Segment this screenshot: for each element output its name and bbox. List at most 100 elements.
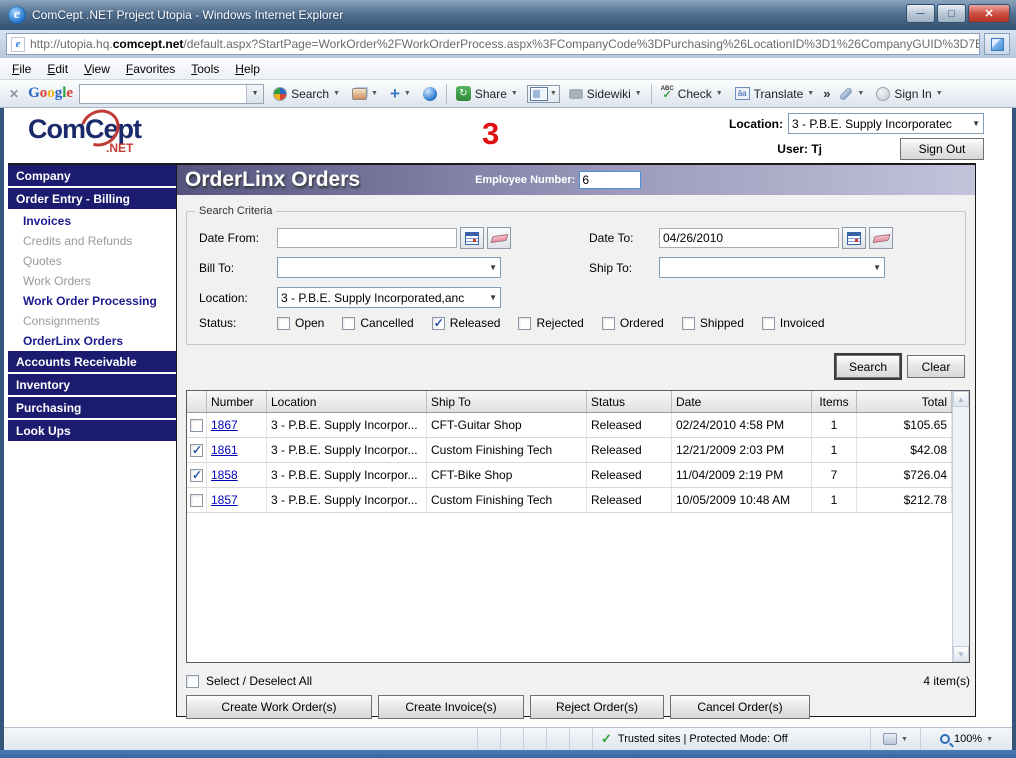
sidebar-item-company[interactable]: Company: [8, 165, 176, 186]
sidebar-item-accounts-receivable[interactable]: Accounts Receivable: [8, 351, 176, 372]
sign-out-button[interactable]: Sign Out: [900, 138, 984, 160]
date-from-input[interactable]: [277, 228, 457, 248]
chevron-down-icon: ▼: [901, 736, 908, 743]
sidewiki-button[interactable]: Sidewiki▼: [566, 85, 645, 103]
google-earth-button[interactable]: [420, 85, 440, 103]
clear-button[interactable]: Clear: [907, 355, 965, 378]
date-to-label: Date To:: [589, 231, 659, 245]
row-checkbox[interactable]: [190, 494, 203, 507]
sidebar-item-look-ups[interactable]: Look Ups: [8, 420, 176, 441]
status-rejected-checkbox[interactable]: [518, 317, 531, 330]
cell-date: 10/05/2009 10:48 AM: [672, 488, 812, 512]
status-cancelled-checkbox[interactable]: [342, 317, 355, 330]
status-released-checkbox[interactable]: [432, 317, 445, 330]
refresh-button[interactable]: [984, 33, 1010, 55]
google-search-button[interactable]: Search▼: [270, 85, 343, 103]
browser-window-icon: [530, 87, 548, 101]
ship-to-label: Ship To:: [589, 261, 659, 275]
sidebar-item-orderlinx-orders[interactable]: OrderLinx Orders: [8, 331, 176, 351]
zoom-control[interactable]: 100% ▼: [920, 728, 1012, 750]
col-ship-to[interactable]: Ship To: [427, 391, 587, 412]
cancel-order-button[interactable]: Cancel Order(s): [670, 695, 810, 719]
address-bar: e http://utopia.hq.comcept.net/default.a…: [0, 30, 1016, 58]
create-invoice-button[interactable]: Create Invoice(s): [378, 695, 524, 719]
google-toolbar: ✕ Google ▼ Search▼ ▼ +▼ ↻Share▼ ▼ Sidewi…: [0, 80, 1016, 108]
criteria-location-select[interactable]: 3 - P.B.E. Supply Incorporated,anc▼: [277, 287, 501, 308]
employee-number-input[interactable]: [579, 171, 641, 189]
status-invoiced-checkbox[interactable]: [762, 317, 775, 330]
date-to-calendar-button[interactable]: [842, 227, 866, 249]
sidebar-item-work-order-processing[interactable]: Work Order Processing: [8, 291, 176, 311]
search-history-dropdown-icon[interactable]: ▼: [246, 85, 263, 103]
menu-favorites[interactable]: Favorites: [118, 60, 183, 78]
col-total[interactable]: Total: [857, 391, 952, 412]
sidebar-item-consignments[interactable]: Consignments: [8, 311, 176, 331]
order-number-link[interactable]: 1867: [211, 418, 238, 432]
row-checkbox[interactable]: [190, 469, 203, 482]
menu-file[interactable]: File: [4, 60, 39, 78]
order-number-link[interactable]: 1861: [211, 443, 238, 457]
status-ordered-label: Ordered: [620, 316, 664, 330]
window-frame-bottom: [0, 750, 1016, 758]
abc-check-icon: ABC✓: [661, 86, 674, 101]
toolbar-settings-button[interactable]: ▼: [836, 88, 867, 99]
window-layout-button[interactable]: ▼: [527, 85, 560, 103]
spellcheck-button[interactable]: ABC✓Check▼: [658, 84, 726, 103]
google-search-input[interactable]: ▼: [79, 84, 264, 104]
status-shipped-checkbox[interactable]: [682, 317, 695, 330]
date-to-input[interactable]: 04/26/2010: [659, 228, 839, 248]
sidebar-item-quotes[interactable]: Quotes: [8, 251, 176, 271]
toolbar-close-icon[interactable]: ✕: [6, 87, 22, 101]
order-number-link[interactable]: 1857: [211, 493, 238, 507]
close-button[interactable]: ✕: [968, 4, 1010, 23]
date-to-clear-button[interactable]: [869, 227, 893, 249]
scroll-up-icon[interactable]: ▲: [953, 391, 969, 407]
menu-tools[interactable]: Tools: [183, 60, 227, 78]
add-gadget-button[interactable]: +▼: [387, 85, 414, 103]
bookmarks-button[interactable]: ▼: [349, 86, 381, 102]
col-number[interactable]: Number: [207, 391, 267, 412]
sidebar-item-order-entry-billing[interactable]: Order Entry - Billing: [8, 188, 176, 209]
col-items[interactable]: Items: [812, 391, 857, 412]
bill-to-select[interactable]: ▼: [277, 257, 501, 278]
zone-settings-button[interactable]: ▼: [870, 728, 920, 750]
share-button[interactable]: ↻Share▼: [453, 84, 521, 103]
row-checkbox[interactable]: [190, 444, 203, 457]
sidebar-item-work-orders[interactable]: Work Orders: [8, 271, 176, 291]
url-field[interactable]: e http://utopia.hq.comcept.net/default.a…: [6, 33, 980, 55]
orders-grid: Number Location Ship To Status Date Item…: [186, 390, 970, 663]
toolbar-overflow-button[interactable]: »: [823, 86, 830, 101]
chevron-down-icon: ▼: [869, 263, 881, 272]
menu-edit[interactable]: Edit: [39, 60, 76, 78]
sidebar-item-invoices[interactable]: Invoices: [8, 211, 176, 231]
menu-help[interactable]: Help: [227, 60, 268, 78]
header-location-select[interactable]: 3 - P.B.E. Supply Incorporatec▼: [788, 113, 984, 134]
create-work-order-button[interactable]: Create Work Order(s): [186, 695, 372, 719]
reject-order-button[interactable]: Reject Order(s): [530, 695, 664, 719]
col-location[interactable]: Location: [267, 391, 427, 412]
select-all-checkbox[interactable]: [186, 675, 199, 688]
menu-view[interactable]: View: [76, 60, 118, 78]
minimize-button[interactable]: ─: [906, 4, 935, 23]
scroll-down-icon[interactable]: ▼: [953, 646, 969, 662]
search-button[interactable]: Search: [836, 355, 900, 378]
translate-button[interactable]: âaTranslate▼: [732, 85, 818, 103]
sidebar-item-purchasing[interactable]: Purchasing: [8, 397, 176, 418]
col-date[interactable]: Date: [672, 391, 812, 412]
restore-button[interactable]: □: [937, 4, 966, 23]
sidebar-item-credits-refunds[interactable]: Credits and Refunds: [8, 231, 176, 251]
grid-scrollbar[interactable]: ▲ ▼: [952, 391, 969, 662]
status-ordered-checkbox[interactable]: [602, 317, 615, 330]
row-checkbox[interactable]: [190, 419, 203, 432]
signin-button[interactable]: Sign In▼: [873, 85, 945, 103]
order-number-link[interactable]: 1858: [211, 468, 238, 482]
date-from-clear-button[interactable]: [487, 227, 511, 249]
cell-date: 11/04/2009 2:19 PM: [672, 463, 812, 487]
col-status[interactable]: Status: [587, 391, 672, 412]
refresh-icon: [991, 38, 1004, 51]
ship-to-select[interactable]: ▼: [659, 257, 885, 278]
cell-status: Released: [587, 438, 672, 462]
date-from-calendar-button[interactable]: [460, 227, 484, 249]
sidebar-item-inventory[interactable]: Inventory: [8, 374, 176, 395]
status-open-checkbox[interactable]: [277, 317, 290, 330]
